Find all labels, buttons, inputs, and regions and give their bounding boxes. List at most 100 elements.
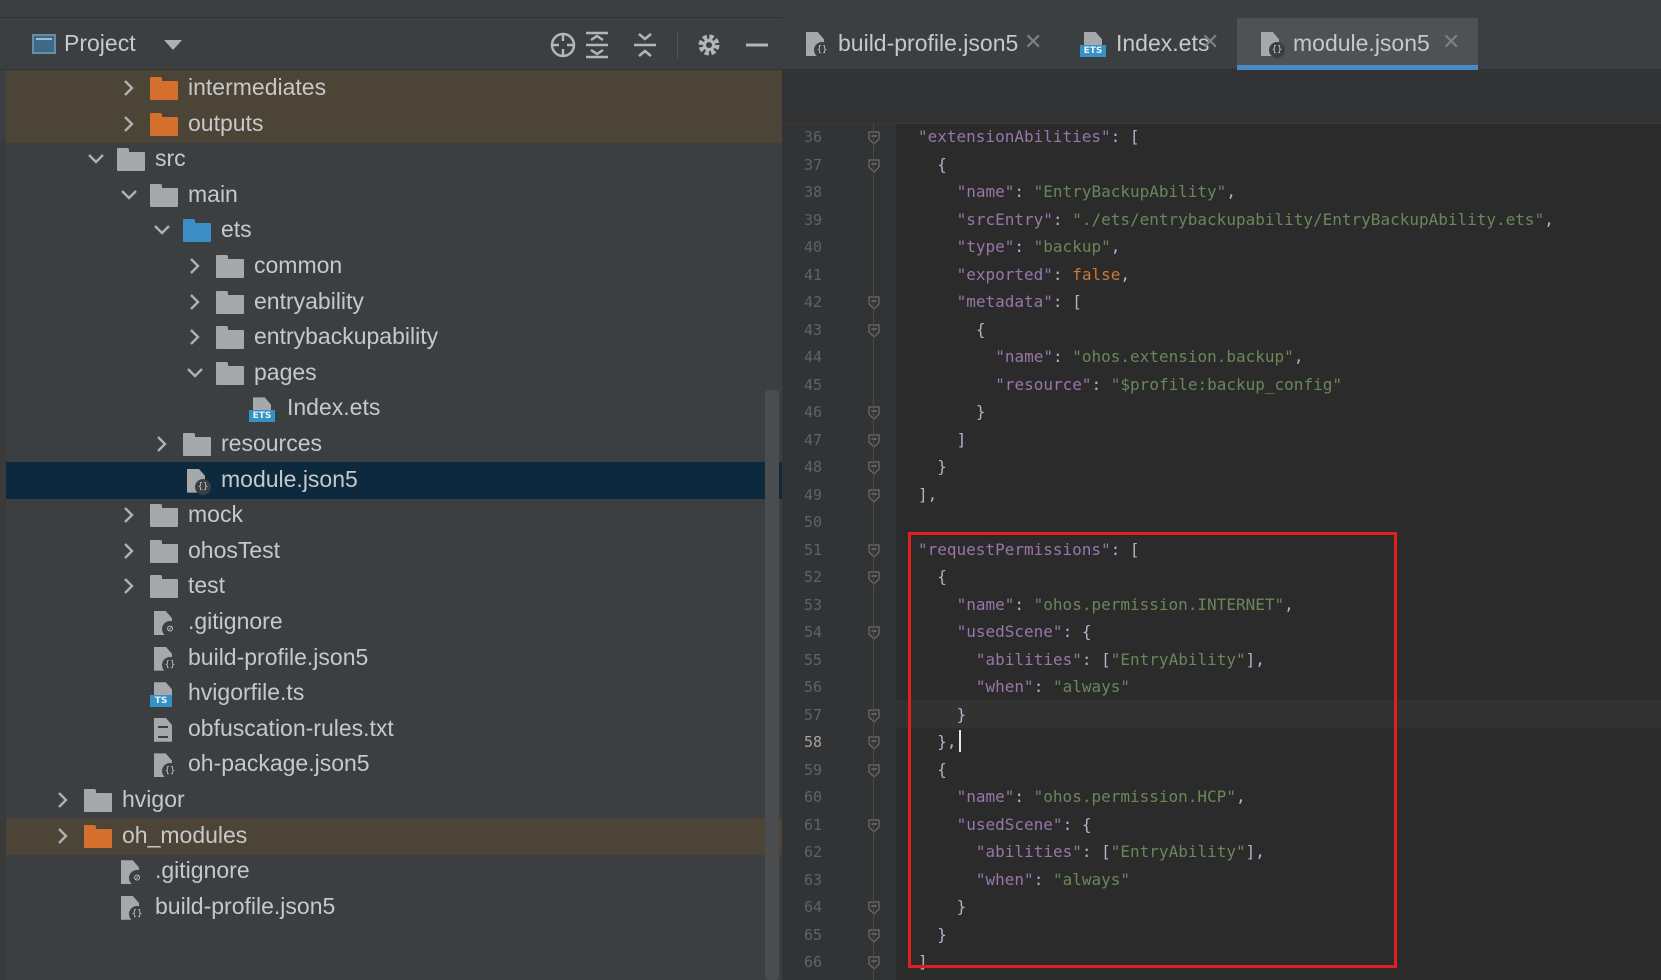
tree-file[interactable]: {} build-profile.json5 (6, 640, 782, 677)
code-token: : (1052, 264, 1073, 284)
fold-marker-icon[interactable] (868, 735, 880, 750)
tree-folder[interactable]: outputs (6, 105, 782, 143)
json5-file-icon: {} (802, 32, 830, 58)
code-token: "srcEntry" (956, 209, 1053, 229)
fold-marker-icon[interactable] (868, 488, 880, 503)
tree-folder[interactable]: pages (6, 355, 782, 392)
fold-marker-icon[interactable] (868, 818, 880, 833)
minimize-icon[interactable] (742, 30, 772, 60)
project-scrollbar[interactable] (765, 390, 779, 980)
tree-file[interactable]: ⊘ .gitignore (6, 853, 782, 890)
chevron-down-icon[interactable] (186, 363, 204, 383)
fold-marker-icon[interactable] (868, 763, 880, 778)
tree-folder[interactable]: entrybackupability (6, 319, 782, 356)
fold-marker-icon[interactable] (868, 570, 880, 585)
code-token: , (1110, 237, 1121, 256)
chevron-right-icon[interactable] (120, 114, 138, 134)
folder-icon (216, 361, 244, 386)
fold-marker-icon[interactable] (868, 460, 880, 475)
fold-marker-icon[interactable] (868, 900, 880, 915)
tree-file[interactable]: obfuscation-rules.txt (6, 711, 782, 748)
crosshair-icon[interactable] (548, 30, 578, 60)
project-panel: Project intermediates outputs src main ets co… (0, 0, 782, 980)
code-line: { (937, 155, 947, 175)
line-number: 45 (803, 375, 822, 394)
chevron-right-icon[interactable] (120, 505, 138, 525)
line-number: 46 (803, 403, 822, 421)
code-token: , (1544, 209, 1554, 229)
tree-folder[interactable]: mock (6, 497, 782, 534)
editor-tab[interactable]: ETS Index.ets ✕ (1060, 18, 1237, 70)
code-token: "metadata" (956, 292, 1053, 311)
chevron-right-icon[interactable] (120, 576, 138, 596)
chevron-down-icon[interactable] (153, 220, 171, 240)
close-icon[interactable]: ✕ (1024, 30, 1042, 55)
fold-marker-icon[interactable] (868, 323, 880, 338)
code-token: { (975, 319, 986, 339)
tree-file[interactable]: {} oh-package.json5 (6, 746, 782, 783)
tree-folder[interactable]: ohosTest (6, 533, 782, 570)
tree-folder[interactable]: intermediates (6, 70, 782, 107)
folder-icon (150, 77, 178, 101)
line-number: 42 (803, 293, 822, 311)
chevron-right-icon[interactable] (54, 790, 72, 810)
tree-folder[interactable]: common (6, 248, 782, 285)
fold-marker-icon[interactable] (868, 708, 880, 723)
chevron-right-icon[interactable] (120, 78, 138, 98)
fold-marker-icon[interactable] (868, 433, 880, 448)
project-toolbar: Project (0, 18, 782, 70)
tree-item-label: hvigorfile.ts (188, 679, 305, 706)
tree-folder[interactable]: entryability (6, 284, 782, 321)
tree-file[interactable]: {} module.json5 (6, 461, 782, 499)
chevron-right-icon[interactable] (186, 327, 204, 347)
tree-file[interactable]: {} build-profile.json5 (6, 889, 782, 926)
fold-marker-icon[interactable] (868, 543, 880, 558)
tree-folder[interactable]: main (6, 177, 782, 214)
tree-file[interactable]: ⊘ .gitignore (6, 604, 782, 641)
tree-folder[interactable]: resources (6, 426, 782, 463)
fold-marker-icon[interactable] (868, 130, 880, 145)
chevron-down-icon[interactable] (87, 149, 105, 169)
gear-icon[interactable] (694, 30, 724, 60)
tree-folder[interactable]: hvigor (6, 782, 782, 819)
folder-icon (150, 112, 178, 137)
code-line: "name": "EntryBackupAbility", (957, 182, 1236, 202)
tab-label: module.json5 (1293, 30, 1430, 56)
fold-marker-icon[interactable] (868, 928, 880, 943)
chevron-right-icon[interactable] (54, 826, 72, 846)
code-token: : (1014, 182, 1034, 201)
collapse-all-icon[interactable] (630, 30, 660, 60)
line-number: 54 (803, 623, 822, 641)
expand-all-icon[interactable] (582, 30, 612, 60)
folder-icon (216, 290, 244, 314)
code-token: "backup" (1033, 237, 1111, 256)
toolbar-separator (677, 32, 678, 58)
project-view-title[interactable]: Project (64, 30, 136, 57)
fold-marker-icon[interactable] (868, 295, 880, 310)
editor-tab[interactable]: {} module.json5 ✕ (1237, 18, 1478, 70)
tree-folder[interactable]: ets (6, 212, 782, 249)
line-number: 62 (803, 843, 822, 861)
chevron-right-icon[interactable] (186, 256, 204, 276)
close-icon[interactable]: ✕ (1201, 30, 1219, 55)
tree-item-label: pages (254, 358, 317, 385)
folder-icon (216, 326, 244, 350)
chevron-right-icon[interactable] (153, 434, 171, 454)
tree-file[interactable]: ETS Index.ets (6, 390, 782, 427)
fold-marker-icon[interactable] (868, 955, 880, 970)
fold-marker-icon[interactable] (868, 405, 880, 420)
tree-file[interactable]: TS hvigorfile.ts (6, 675, 782, 712)
close-icon[interactable]: ✕ (1442, 30, 1460, 55)
fold-marker-icon[interactable] (868, 625, 880, 640)
chevron-right-icon[interactable] (120, 541, 138, 561)
chevron-down-icon[interactable] (120, 185, 138, 205)
tree-folder[interactable]: test (6, 568, 782, 605)
code-token: : (1091, 374, 1111, 394)
tree-folder[interactable]: src (6, 141, 782, 178)
chevron-down-icon[interactable] (164, 40, 182, 50)
json5-file-icon: {} (150, 753, 178, 780)
editor-tab[interactable]: {} build-profile.json5 ✕ (782, 18, 1060, 70)
tree-folder[interactable]: oh_modules (6, 817, 782, 855)
fold-marker-icon[interactable] (868, 158, 880, 173)
chevron-right-icon[interactable] (186, 292, 204, 312)
